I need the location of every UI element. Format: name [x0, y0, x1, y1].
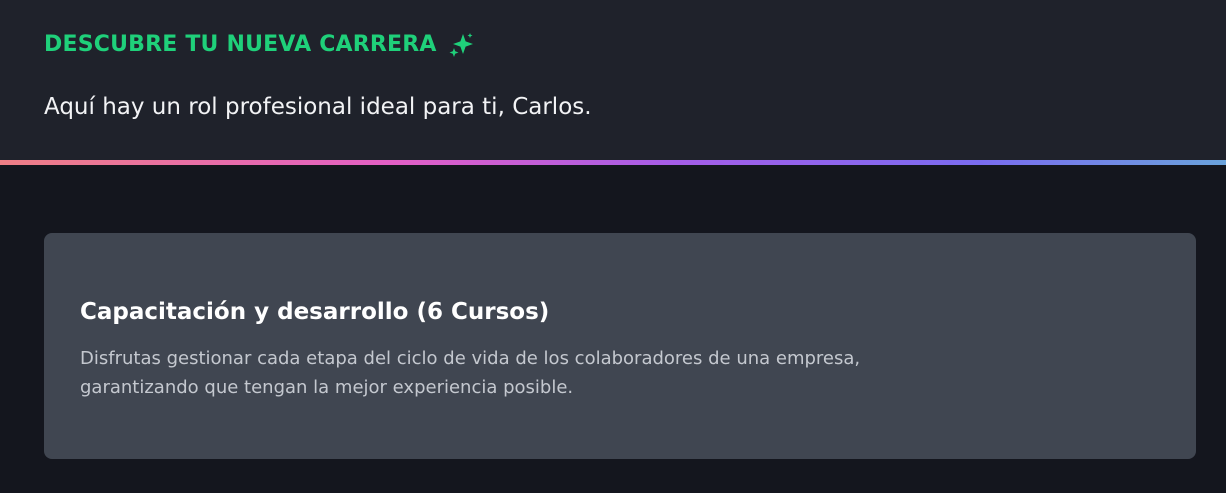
sparkle-icon — [447, 31, 475, 59]
card-title: Capacitación y desarrollo (6 Cursos) — [80, 299, 550, 325]
gradient-divider — [0, 160, 1226, 165]
eyebrow: DESCUBRE TU NUEVA CARRERA — [44, 31, 475, 59]
header: DESCUBRE TU NUEVA CARRERA Aquí hay un ro… — [0, 0, 1226, 160]
career-role-card[interactable]: Capacitación y desarrollo (6 Cursos) Dis… — [44, 233, 1196, 459]
card-description-line: Disfrutas gestionar cada etapa del ciclo… — [80, 348, 861, 369]
eyebrow-label: DESCUBRE TU NUEVA CARRERA — [44, 32, 437, 57]
greeting-text: Aquí hay un rol profesional ideal para t… — [44, 94, 592, 120]
card-description-line: garantizando que tengan la mejor experie… — [80, 377, 574, 398]
card-description: Disfrutas gestionar cada etapa del ciclo… — [80, 344, 980, 402]
